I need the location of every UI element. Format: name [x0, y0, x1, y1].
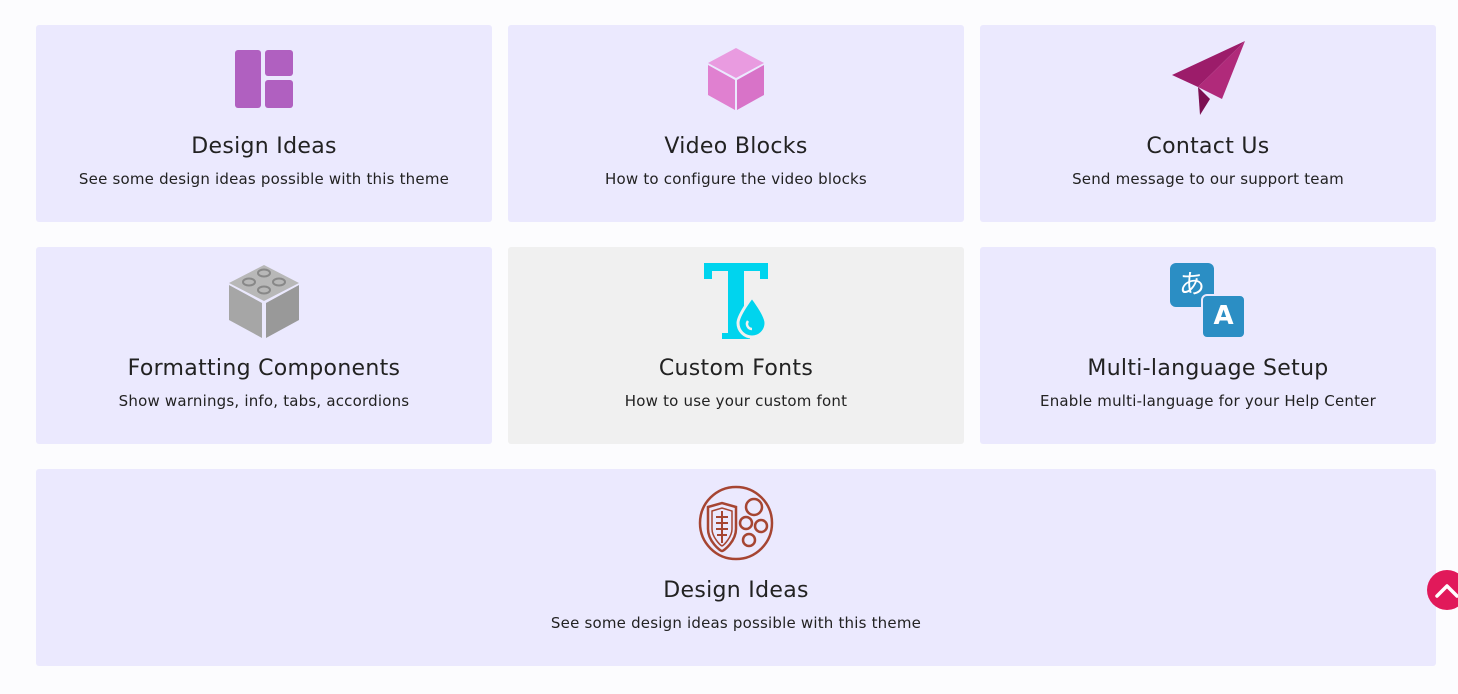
lego-block-icon — [36, 263, 492, 339]
card-title: Design Ideas — [191, 134, 337, 159]
cube-icon — [508, 41, 964, 117]
translate-glyph-target: A — [1201, 294, 1246, 339]
shield-circles-icon — [36, 485, 1436, 561]
card-multi-language-setup[interactable]: あ A Multi-language Setup Enable multi-la… — [980, 247, 1436, 444]
card-description: Show warnings, info, tabs, accordions — [118, 392, 410, 410]
card-design-ideas[interactable]: Design Ideas See some design ideas possi… — [36, 25, 492, 222]
card-contact-us[interactable]: Contact Us Send message to our support t… — [980, 25, 1436, 222]
card-description: How to configure the video blocks — [605, 170, 867, 188]
card-custom-fonts[interactable]: Custom Fonts How to use your custom font — [508, 247, 964, 444]
card-description: See some design ideas possible with this… — [78, 170, 450, 188]
card-video-blocks[interactable]: Video Blocks How to configure the video … — [508, 25, 964, 222]
card-title: Custom Fonts — [658, 356, 814, 381]
card-description: Send message to our support team — [1072, 170, 1344, 188]
card-design-ideas-wide[interactable]: Design Ideas See some design ideas possi… — [36, 469, 1436, 666]
chevron-up-icon — [1435, 584, 1458, 598]
layout-icon — [36, 41, 492, 117]
translate-icon: あ A — [980, 263, 1436, 339]
card-description: How to use your custom font — [624, 392, 848, 410]
card-title: Video Blocks — [664, 134, 808, 159]
font-drop-icon — [508, 263, 964, 339]
card-formatting-components[interactable]: Formatting Components Show warnings, inf… — [36, 247, 492, 444]
card-title: Formatting Components — [127, 356, 401, 381]
card-title: Design Ideas — [663, 578, 809, 603]
card-description: Enable multi-language for your Help Cent… — [1040, 392, 1376, 410]
card-title: Contact Us — [1146, 134, 1270, 159]
card-title: Multi-language Setup — [1087, 356, 1329, 381]
paper-plane-icon — [980, 41, 1436, 117]
card-description: See some design ideas possible with this… — [550, 614, 922, 632]
